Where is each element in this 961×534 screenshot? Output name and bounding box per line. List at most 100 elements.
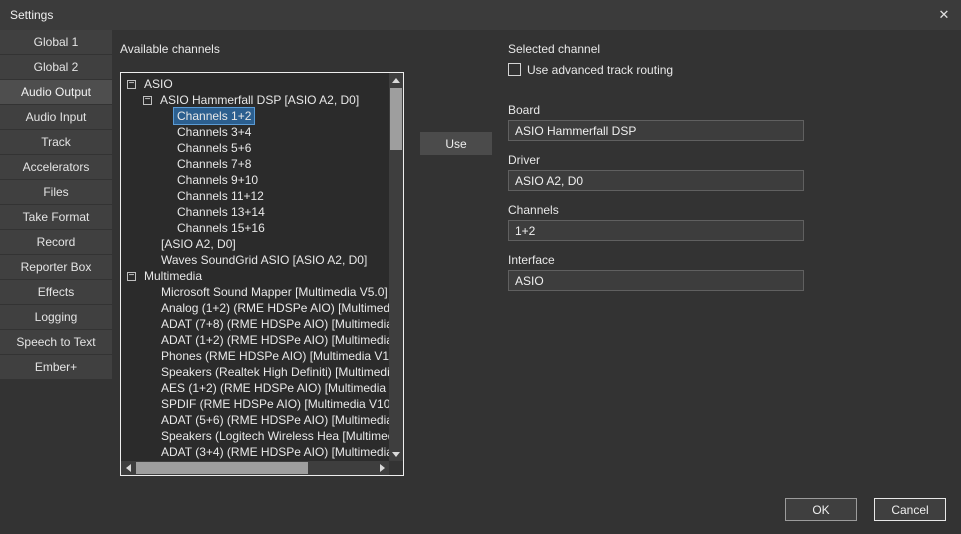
vertical-scrollbar[interactable]: [389, 73, 403, 461]
tree-item[interactable]: Channels 13+14: [121, 204, 389, 220]
scroll-left-icon: [126, 464, 131, 472]
tree-item-label: Speakers (Realtek High Definiti) [Multim…: [158, 364, 389, 380]
sidebar-item-take-format[interactable]: Take Format: [0, 205, 112, 230]
advanced-routing-checkbox[interactable]: [508, 63, 521, 76]
field-group: Board: [508, 103, 804, 141]
close-button[interactable]: ✕: [927, 0, 961, 30]
selected-channel-label: Selected channel: [508, 42, 804, 56]
sidebar-item-effects[interactable]: Effects: [0, 280, 112, 305]
sidebar-item-reporter-box[interactable]: Reporter Box: [0, 255, 112, 280]
sidebar-item-ember-[interactable]: Ember+: [0, 355, 112, 380]
board-input[interactable]: [508, 120, 804, 141]
ok-button[interactable]: OK: [785, 498, 857, 521]
available-channels-list: −ASIO−ASIO Hammerfall DSP [ASIO A2, D0]C…: [120, 72, 404, 476]
tree-item[interactable]: Microsoft Sound Mapper [Multimedia V5.0]: [121, 284, 389, 300]
field-group: Channels: [508, 203, 804, 241]
horizontal-scroll-thumb[interactable]: [136, 462, 308, 474]
tree-item[interactable]: −Multimedia: [121, 268, 389, 284]
tree-item[interactable]: ADAT (7+8) (RME HDSPe AIO) [Multimedia V…: [121, 316, 389, 332]
tree-item[interactable]: Channels 5+6: [121, 140, 389, 156]
tree-item-label: ASIO Hammerfall DSP [ASIO A2, D0]: [157, 92, 362, 108]
tree-item-label: ADAT (3+4) (RME HDSPe AIO) [Multimedia V…: [158, 444, 389, 460]
tree-item[interactable]: SPDIF (RME HDSPe AIO) [Multimedia V10.0]: [121, 396, 389, 412]
tree-item[interactable]: Channels 11+12: [121, 188, 389, 204]
tree-item-label: Channels 1+2: [174, 108, 254, 124]
collapse-icon[interactable]: −: [143, 96, 152, 105]
available-channels-label: Available channels: [120, 42, 220, 56]
window-title: Settings: [0, 8, 53, 22]
interface-input[interactable]: [508, 270, 804, 291]
tree-item[interactable]: Speakers (Logitech Wireless Hea [Multime…: [121, 428, 389, 444]
scroll-down-icon: [392, 452, 400, 457]
tree-item[interactable]: Waves SoundGrid ASIO [ASIO A2, D0]: [121, 252, 389, 268]
vertical-scroll-thumb[interactable]: [390, 88, 402, 150]
scroll-up-button[interactable]: [389, 73, 403, 87]
tree-item-label: Channels 5+6: [174, 140, 254, 156]
tree-item[interactable]: Speakers (Realtek High Definiti) [Multim…: [121, 364, 389, 380]
tree-item[interactable]: −ASIO: [121, 76, 389, 92]
horizontal-scrollbar[interactable]: [121, 461, 389, 475]
tree-item-label: Speakers (Logitech Wireless Hea [Multime…: [158, 428, 389, 444]
channel-fields: Board Driver Channels Interface: [508, 103, 804, 291]
tree-item-label: Multimedia: [141, 268, 205, 284]
sidebar-item-logging[interactable]: Logging: [0, 305, 112, 330]
board-label: Board: [508, 103, 804, 117]
channel-tree: −ASIO−ASIO Hammerfall DSP [ASIO A2, D0]C…: [121, 73, 389, 461]
tree-item[interactable]: AES (1+2) (RME HDSPe AIO) [Multimedia V1…: [121, 380, 389, 396]
tree-item-label: Phones (RME HDSPe AIO) [Multimedia V10.0…: [158, 348, 389, 364]
tree-item[interactable]: ADAT (3+4) (RME HDSPe AIO) [Multimedia V…: [121, 444, 389, 460]
scroll-up-icon: [392, 78, 400, 83]
collapse-icon[interactable]: −: [127, 272, 136, 281]
scroll-down-button[interactable]: [389, 447, 403, 461]
tree-item-label: ADAT (7+8) (RME HDSPe AIO) [Multimedia V…: [158, 316, 389, 332]
tree-item-label: AES (1+2) (RME HDSPe AIO) [Multimedia V1…: [158, 380, 389, 396]
sidebar-item-files[interactable]: Files: [0, 180, 112, 205]
sidebar-item-global-2[interactable]: Global 2: [0, 55, 112, 80]
tree-item[interactable]: Analog (1+2) (RME HDSPe AIO) [Multimedia…: [121, 300, 389, 316]
tree-item-label: Channels 13+14: [174, 204, 268, 220]
use-button[interactable]: Use: [420, 132, 492, 155]
tree-item[interactable]: Phones (RME HDSPe AIO) [Multimedia V10.0…: [121, 348, 389, 364]
tree-item[interactable]: Channels 15+16: [121, 220, 389, 236]
tree-item[interactable]: Channels 7+8: [121, 156, 389, 172]
sidebar: Global 1Global 2Audio OutputAudio InputT…: [0, 30, 112, 380]
scroll-left-button[interactable]: [121, 461, 135, 475]
tree-item-label: ASIO: [141, 76, 176, 92]
scroll-right-button[interactable]: [375, 461, 389, 475]
tree-item-label: Channels 7+8: [174, 156, 254, 172]
driver-input[interactable]: [508, 170, 804, 191]
tree-item-label: ADAT (1+2) (RME HDSPe AIO) [Multimedia V…: [158, 332, 389, 348]
sidebar-item-audio-input[interactable]: Audio Input: [0, 105, 112, 130]
sidebar-item-record[interactable]: Record: [0, 230, 112, 255]
interface-label: Interface: [508, 253, 804, 267]
sidebar-item-audio-output[interactable]: Audio Output: [0, 80, 112, 105]
tree-item-label: Microsoft Sound Mapper [Multimedia V5.0]: [158, 284, 389, 300]
tree-item-label: Channels 15+16: [174, 220, 268, 236]
channels-input[interactable]: [508, 220, 804, 241]
field-group: Driver: [508, 153, 804, 191]
sidebar-item-accelerators[interactable]: Accelerators: [0, 155, 112, 180]
scrollbar-corner: [389, 461, 403, 475]
channels-label: Channels: [508, 203, 804, 217]
cancel-button[interactable]: Cancel: [874, 498, 946, 521]
selected-channel-panel: Selected channel Use advanced track rout…: [508, 42, 804, 291]
collapse-icon[interactable]: −: [127, 80, 136, 89]
sidebar-item-speech-to-text[interactable]: Speech to Text: [0, 330, 112, 355]
advanced-routing-row[interactable]: Use advanced track routing: [508, 62, 804, 77]
tree-item-label: Channels 11+12: [174, 188, 267, 204]
tree-item[interactable]: ADAT (1+2) (RME HDSPe AIO) [Multimedia V…: [121, 332, 389, 348]
tree-item[interactable]: ADAT (5+6) (RME HDSPe AIO) [Multimedia V…: [121, 412, 389, 428]
tree-item[interactable]: [ASIO A2, D0]: [121, 236, 389, 252]
close-icon: ✕: [939, 7, 950, 23]
tree-item[interactable]: −ASIO Hammerfall DSP [ASIO A2, D0]: [121, 92, 389, 108]
tree-item-label: ADAT (5+6) (RME HDSPe AIO) [Multimedia V…: [158, 412, 389, 428]
tree-item[interactable]: Channels 9+10: [121, 172, 389, 188]
tree-item-label: Channels 3+4: [174, 124, 254, 140]
driver-label: Driver: [508, 153, 804, 167]
sidebar-item-global-1[interactable]: Global 1: [0, 30, 112, 55]
sidebar-item-track[interactable]: Track: [0, 130, 112, 155]
tree-item[interactable]: Channels 1+2: [121, 108, 389, 124]
title-bar: Settings ✕: [0, 0, 961, 30]
tree-item-label: [ASIO A2, D0]: [158, 236, 239, 252]
tree-item[interactable]: Channels 3+4: [121, 124, 389, 140]
